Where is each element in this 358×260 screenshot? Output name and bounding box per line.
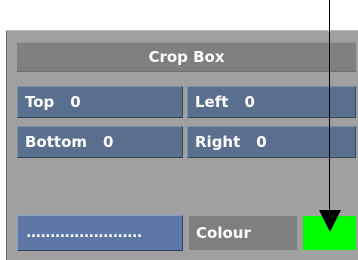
crop-box-title-text: Crop Box [148,48,225,66]
right-label: Right [195,133,241,151]
right-value: 0 [256,133,267,151]
left-value: 0 [244,93,255,111]
top-value: 0 [70,93,81,111]
bottom-label: Bottom [25,133,88,151]
right-field[interactable]: Right 0 [187,126,356,158]
dots-button[interactable]: ........................ [17,215,183,251]
colour-label: Colour [189,216,297,250]
top-field[interactable]: Top 0 [17,86,183,118]
left-field[interactable]: Left 0 [187,86,356,118]
bottom-value: 0 [103,133,114,151]
panel-edge [6,30,7,260]
panel-edge [6,30,358,31]
top-label: Top [25,93,55,111]
crop-box-title: Crop Box [17,42,356,72]
dots-button-label: ........................ [26,225,142,241]
colour-label-text: Colour [196,224,251,242]
callout-arrow-line [329,0,330,212]
callout-arrow-head [319,210,341,232]
bottom-field[interactable]: Bottom 0 [17,126,183,158]
left-label: Left [195,93,229,111]
